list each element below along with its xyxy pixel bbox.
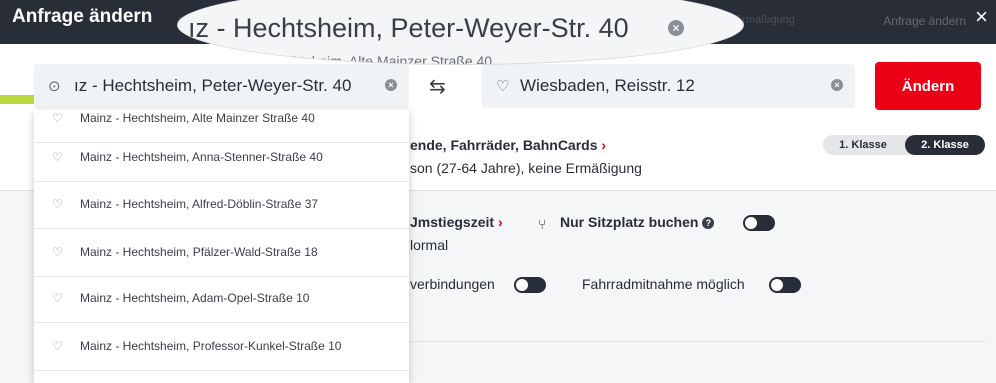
change-button[interactable]: Ändern <box>875 62 981 110</box>
second-class-option[interactable]: 2. Klasse <box>905 135 985 155</box>
page-title: Anfrage ändern <box>12 6 153 27</box>
from-input[interactable]: ız - Hechtsheim, Peter-Weyer-Str. 40 <box>74 76 351 96</box>
location-pin-icon: ♡ <box>52 111 63 125</box>
travellers-title: ende, Fahrräder, BahnCards <box>410 137 598 153</box>
seat-only-label: Nur Sitzplatz buchen ? <box>560 214 715 230</box>
suggestion-item[interactable]: ♡ Mainz - Hechtsheim, Pfälzer-Wald-Straß… <box>34 230 409 277</box>
travellers-summary: son (27-64 Jahre), keine Ermäßigung <box>410 160 642 176</box>
suggestion-text: Mainz - Hechtsheim, Anna-Stenner-Straße … <box>80 150 323 164</box>
origin-icon: ⊙ <box>48 78 61 95</box>
clear-icon: × <box>668 20 684 36</box>
suggestion-item[interactable]: ♡ Mainz - Hechtsheim, Alfred-Döblin-Stra… <box>34 182 409 229</box>
location-pin-icon: ♡ <box>52 339 63 353</box>
direct-connections-label: verbindungen <box>410 276 495 292</box>
location-pin-icon: ♡ <box>52 245 63 259</box>
to-field[interactable]: ♡ Wiesbaden, Reisstr. 12 × <box>482 64 855 108</box>
transfer-time-label: Jmstiegszeit <box>410 214 495 230</box>
clear-to-icon[interactable]: × <box>831 79 843 91</box>
suggestion-item[interactable]: ♡ Mainz - Hechtsheim, Anna-Stenner-Straß… <box>34 135 409 182</box>
suggestion-text: Mainz - Hechtsheim, Professor-Kunkel-Str… <box>80 339 342 353</box>
suggestion-dropdown: ♡ Mainz - Hechtsheim, Alte Mainzer Straß… <box>34 110 409 383</box>
from-field[interactable]: ⊙ ız - Hechtsheim, Peter-Weyer-Str. 40 × <box>34 64 409 108</box>
transfer-time-link[interactable]: Jmstiegszeit › <box>410 214 503 230</box>
clear-from-icon[interactable]: × <box>385 79 397 91</box>
location-pin-icon: ♡ <box>52 197 63 211</box>
location-pin-icon: ♡ <box>52 291 63 305</box>
class-toggle[interactable]: 1. Klasse 2. Klasse <box>823 135 985 155</box>
header-faded-text: Ermäßigung <box>735 14 795 26</box>
info-icon[interactable]: ? <box>702 217 715 229</box>
close-icon[interactable]: × <box>975 6 988 28</box>
travellers-link[interactable]: ende, Fahrräder, BahnCards › <box>410 137 606 153</box>
to-input[interactable]: Wiesbaden, Reisstr. 12 <box>520 76 695 96</box>
transfer-time-value: lormal <box>410 237 449 253</box>
header-faded-title: Anfrage ändern <box>883 14 966 28</box>
suggestion-text: Mainz - Hechtsheim, Adam-Opel-Straße 10 <box>80 291 310 305</box>
destination-pin-icon: ♡ <box>496 78 510 95</box>
location-pin-icon: ♡ <box>52 150 63 164</box>
suggestion-text: Mainz - Hechtsheim, Pfälzer-Wald-Straße … <box>80 245 318 259</box>
bike-toggle[interactable] <box>769 277 801 293</box>
zoom-suggestion-preview: Hechtsheim, Alte Mainzer Straße 40 <box>268 53 493 64</box>
bike-label: Fahrradmitnahme möglich <box>582 276 745 292</box>
suggestion-text: Mainz - Hechtsheim, Alfred-Döblin-Straße… <box>80 197 319 211</box>
zoom-from-value: ız - Hechtsheim, Peter-Weyer-Str. 40 <box>188 13 629 43</box>
seat-only-toggle[interactable] <box>743 215 775 231</box>
seat-icon: ⑂ <box>538 216 547 232</box>
divider <box>410 341 986 342</box>
chevron-right-icon: › <box>601 137 607 153</box>
suggestion-text: Mainz - Hechtsheim, Alte Mainzer Straße … <box>80 111 315 125</box>
swap-icon[interactable]: ⇆ <box>429 74 446 99</box>
suggestion-item[interactable]: ♡ Mainz - Hechtsheim, Adam-Opel-Straße 1… <box>34 276 409 323</box>
first-class-option[interactable]: 1. Klasse <box>823 135 903 155</box>
suggestion-item[interactable]: ♡ Mainz - Hechtsheim, Professor-Kunkel-S… <box>34 324 409 371</box>
chevron-right-icon: › <box>497 214 503 230</box>
seat-only-text: Nur Sitzplatz buchen <box>560 214 699 230</box>
direct-connections-toggle[interactable] <box>514 277 546 293</box>
